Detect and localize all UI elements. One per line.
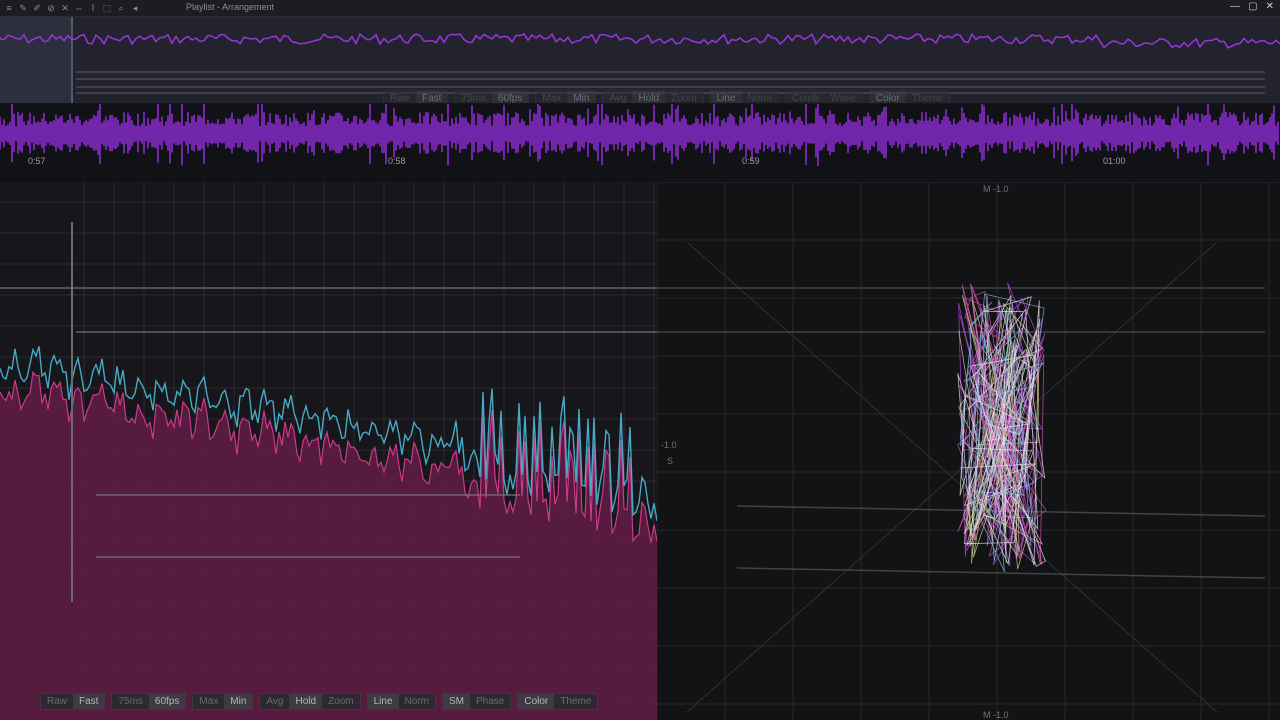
top-toolbar-norm-button[interactable]: Norm bbox=[742, 91, 778, 103]
playback-icon[interactable]: ◂ bbox=[130, 3, 140, 13]
bottom-toolbar-sm-button[interactable]: SM bbox=[442, 694, 470, 709]
bottom-toolbar-raw-button[interactable]: Raw bbox=[41, 694, 73, 709]
bottom-toolbar-75ms-button[interactable]: 75ms bbox=[112, 694, 148, 709]
close-icon[interactable]: ✕ bbox=[1266, 1, 1274, 12]
bottom-toolbar-group-6: Color Theme bbox=[517, 693, 599, 710]
slip-icon[interactable]: ⇔ bbox=[74, 3, 84, 13]
goniometer-diagonals bbox=[686, 241, 1218, 713]
overlay-toolbar-top: Raw Fast 75ms 60fps Max Min Avg Hold Zoom Line Nor… bbox=[383, 90, 950, 103]
top-toolbar-group-0: Raw Fast bbox=[383, 90, 449, 103]
top-toolbar-min-button[interactable]: Min bbox=[567, 91, 596, 103]
time-label-start: 0:57 bbox=[28, 156, 46, 166]
gon-side-label: S bbox=[667, 456, 674, 466]
maximize-icon[interactable]: ▢ bbox=[1248, 1, 1257, 12]
bottom-toolbar-fast-button[interactable]: Fast bbox=[73, 694, 105, 709]
bottom-toolbar-theme-button[interactable]: Theme bbox=[554, 694, 597, 709]
stereo-scope-trace bbox=[957, 282, 1047, 572]
top-toolbar-fast-button[interactable]: Fast bbox=[416, 91, 448, 103]
toolbar-tools: ≡ ✎ ✐ ⊘ ✕ ⇔ ⌇ ⬚ ⌕ ◂ bbox=[4, 1, 140, 15]
waveform-graphics bbox=[0, 104, 1279, 166]
overview-wave-line bbox=[0, 32, 1280, 49]
top-toolbar-avg-button[interactable]: Avg bbox=[603, 91, 632, 103]
delete-icon[interactable]: ⊘ bbox=[46, 3, 56, 13]
bottom-toolbar-group-2: Max Min bbox=[192, 693, 254, 710]
minimize-icon[interactable]: — bbox=[1230, 1, 1240, 12]
bottom-toolbar-60fps-button[interactable]: 60fps bbox=[148, 694, 186, 709]
top-toolbar-group-1: 75ms 60fps bbox=[454, 90, 530, 103]
top-toolbar-color-button[interactable]: Color bbox=[869, 91, 906, 103]
top-toolbar-zoom-button[interactable]: Zoom bbox=[665, 91, 703, 103]
goniometer-grid bbox=[657, 182, 1280, 720]
top-toolbar-raw-button[interactable]: Raw bbox=[384, 91, 416, 103]
overlay-toolbar-bottom: Raw Fast 75ms 60fps Max Min Avg Hold Zoom Line Nor… bbox=[40, 693, 599, 710]
gon-left-label: -1.0 bbox=[661, 440, 677, 450]
bottom-toolbar-group-1: 75ms 60fps bbox=[111, 693, 187, 710]
bottom-toolbar-group-5: SM Phase bbox=[441, 693, 512, 710]
pencil-icon[interactable]: ✎ bbox=[18, 3, 28, 13]
mute-icon[interactable]: ✕ bbox=[60, 3, 70, 13]
top-toolbar-line-button[interactable]: Line bbox=[710, 91, 742, 103]
spectrum-graphics bbox=[0, 182, 657, 720]
spectrum-analyzer[interactable] bbox=[0, 182, 657, 720]
title-bar: ≡ ✎ ✐ ⊘ ✕ ⇔ ⌇ ⬚ ⌕ ◂ Playlist - Arrangeme… bbox=[0, 0, 1280, 17]
bottom-toolbar-group-4: Line Norm bbox=[366, 693, 436, 710]
time-label-3: 01:00 bbox=[1103, 156, 1126, 166]
brush-icon[interactable]: ✐ bbox=[32, 3, 42, 13]
top-toolbar-60fps-button[interactable]: 60fps bbox=[491, 91, 529, 103]
bottom-toolbar-color-button[interactable]: Color bbox=[518, 694, 555, 709]
window-title: Playlist - Arrangement bbox=[186, 2, 275, 12]
waveform-track[interactable]: 0:57 0:58 0:59 01:00 bbox=[0, 104, 1280, 182]
top-toolbar-group-4: Line Norm bbox=[709, 90, 779, 103]
bottom-toolbar-line-button[interactable]: Line bbox=[367, 694, 399, 709]
bottom-toolbar-norm-button[interactable]: Norm bbox=[399, 694, 435, 709]
window-controls: — ▢ ✕ bbox=[1230, 1, 1274, 12]
audio-waveform bbox=[0, 104, 1279, 166]
bottom-toolbar-min-button[interactable]: Min bbox=[224, 694, 253, 709]
playlist-overview[interactable]: Raw Fast 75ms 60fps Max Min Avg Hold Zoom Line Nor… bbox=[0, 17, 1280, 103]
gon-bottom-label: M -1.0 bbox=[983, 710, 1009, 720]
top-toolbar-group-3: Avg Hold Zoom bbox=[602, 90, 704, 103]
bottom-toolbar-group-3: Avg Hold Zoom bbox=[259, 693, 361, 710]
top-toolbar-75ms-button[interactable]: 75ms bbox=[455, 91, 491, 103]
top-toolbar-group-5: Comb Wave bbox=[784, 90, 863, 103]
menu-icon[interactable]: ≡ bbox=[4, 3, 14, 13]
bottom-toolbar-phase-button[interactable]: Phase bbox=[470, 694, 510, 709]
top-toolbar-group-2: Max Min bbox=[535, 90, 597, 103]
zoom-icon[interactable]: ⌕ bbox=[116, 3, 126, 13]
time-label-2: 0:59 bbox=[742, 156, 760, 166]
top-toolbar-comb-button[interactable]: Comb bbox=[786, 91, 825, 103]
track-header bbox=[0, 17, 72, 103]
bottom-toolbar-hold-button[interactable]: Hold bbox=[289, 694, 323, 709]
time-label-1: 0:58 bbox=[388, 156, 406, 166]
goniometer[interactable]: M -1.0 M -1.0 -1.0 S bbox=[657, 182, 1280, 720]
bottom-toolbar-zoom-button[interactable]: Zoom bbox=[322, 694, 360, 709]
overview-wave bbox=[0, 32, 1280, 49]
slice-icon[interactable]: ⌇ bbox=[88, 3, 98, 13]
goniometer-graphics bbox=[657, 182, 1280, 720]
gon-top-label: M -1.0 bbox=[983, 184, 1009, 194]
select-icon[interactable]: ⬚ bbox=[102, 3, 112, 13]
bottom-toolbar-avg-button[interactable]: Avg bbox=[260, 694, 289, 709]
top-toolbar-wave-button[interactable]: Wave bbox=[825, 91, 862, 103]
top-toolbar-max-button[interactable]: Max bbox=[536, 91, 567, 103]
bottom-toolbar-group-0: Raw Fast bbox=[40, 693, 106, 710]
bottom-toolbar-max-button[interactable]: Max bbox=[193, 694, 224, 709]
spectrum-fill bbox=[0, 372, 657, 720]
top-toolbar-theme-button[interactable]: Theme bbox=[906, 91, 949, 103]
top-toolbar-group-6: Color Theme bbox=[868, 90, 950, 103]
top-toolbar-hold-button[interactable]: Hold bbox=[632, 91, 666, 103]
